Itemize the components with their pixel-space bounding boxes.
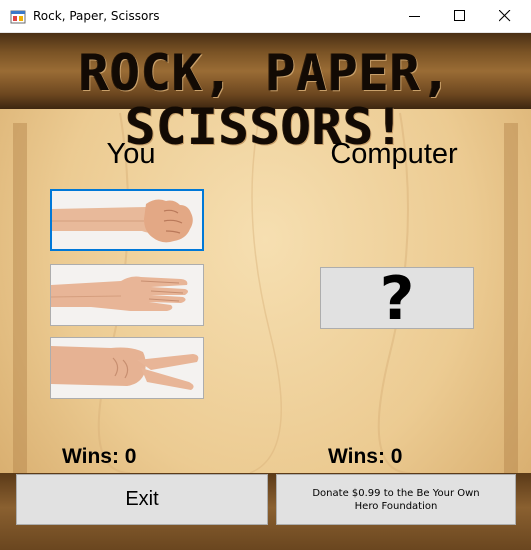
scissors-button[interactable]: [50, 337, 204, 399]
computer-wins-label: Wins: 0: [328, 445, 403, 468]
window-titlebar: Rock, Paper, Scissors: [0, 0, 531, 33]
computer-choice-box: ?: [320, 264, 474, 334]
window-title: Rock, Paper, Scissors: [33, 9, 160, 23]
paper-button[interactable]: [50, 264, 204, 326]
maximize-icon: [454, 10, 465, 21]
fist-hand-icon: [52, 191, 202, 249]
player-heading: You: [106, 138, 156, 170]
minimize-icon: [409, 16, 420, 17]
app-icon: [10, 10, 26, 24]
peace-hand-icon: [51, 338, 203, 398]
close-button[interactable]: [483, 0, 527, 32]
rock-button[interactable]: [50, 189, 204, 251]
minimize-button[interactable]: [393, 0, 437, 32]
donate-button[interactable]: Donate $0.99 to the Be Your Own Hero Fou…: [276, 474, 516, 525]
flat-hand-icon: [51, 265, 203, 325]
game-area: ROCK, PAPER, SCISSORS! You Computer ? Wi…: [0, 33, 531, 550]
exit-button[interactable]: Exit: [16, 474, 268, 525]
maximize-button[interactable]: [438, 0, 482, 32]
close-icon: [499, 10, 511, 22]
computer-heading: Computer: [330, 138, 458, 170]
player-wins-label: Wins: 0: [62, 445, 137, 468]
question-mark-icon: ?: [379, 264, 415, 334]
